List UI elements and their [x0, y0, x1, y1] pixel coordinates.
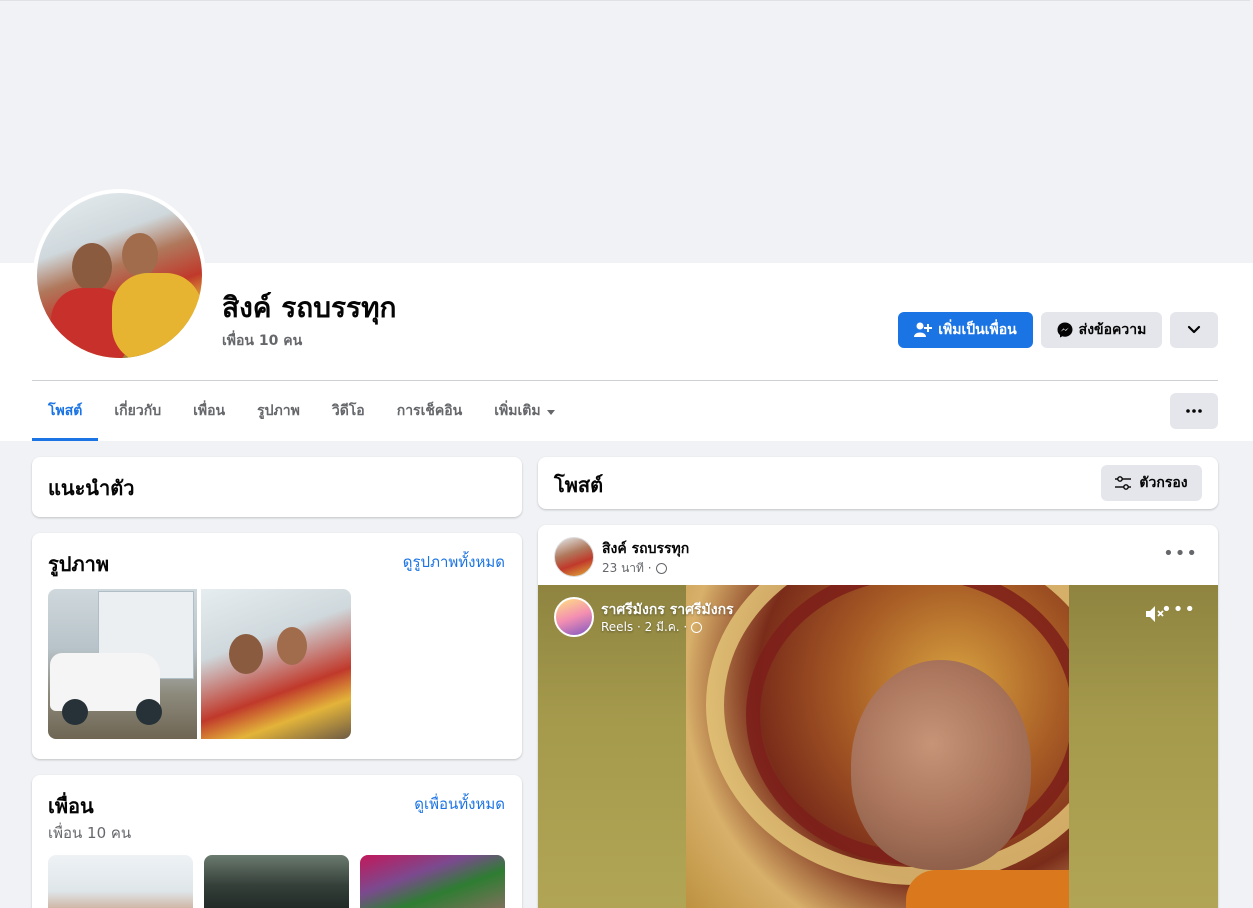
- reel-author-avatar[interactable]: [554, 597, 594, 637]
- friend-thumbnail[interactable]: [48, 855, 193, 908]
- posts-header-card: โพสต์ ตัวกรอง: [538, 457, 1218, 509]
- avatar-body-2: [112, 273, 202, 358]
- shared-reel[interactable]: ราศรีมังกร ราศรีมังกร Reels · 2 มี.ค. · …: [538, 585, 1218, 908]
- globe-icon: [691, 622, 703, 633]
- avatar-face-1: [72, 243, 112, 291]
- chevron-down-icon: [1187, 325, 1201, 334]
- friends-count: เพื่อน 10 คน: [48, 824, 132, 842]
- filter-label: ตัวกรอง: [1139, 475, 1188, 491]
- posts-title: โพสต์: [554, 473, 604, 497]
- more-horizontal-icon: [1186, 409, 1202, 413]
- profile-avatar[interactable]: [33, 189, 206, 362]
- add-friend-button[interactable]: เพิ่มเป็นเพื่อน: [898, 312, 1033, 348]
- tab-friends[interactable]: เพื่อน: [177, 381, 241, 441]
- post-options-icon[interactable]: •••: [1163, 543, 1198, 564]
- post-author-avatar[interactable]: [554, 537, 594, 577]
- reel-meta-text: Reels · 2 มี.ค. ·: [601, 620, 688, 634]
- photo-thumbnail[interactable]: [48, 589, 197, 739]
- avatar-face-2: [122, 233, 158, 277]
- send-message-button[interactable]: ส่งข้อความ: [1041, 312, 1162, 348]
- reel-options-icon[interactable]: •••: [1161, 599, 1196, 620]
- reel-person-head: [851, 660, 1031, 870]
- photo-thumbnail[interactable]: [201, 589, 351, 739]
- photos-title: รูปภาพ: [48, 552, 110, 576]
- profile-tabs: โพสต์ เกี่ยวกับ เพื่อน รูปภาพ วิดีโอ การ…: [32, 381, 571, 441]
- truck-tire: [136, 699, 162, 725]
- tab-label: วิดีโอ: [331, 403, 365, 419]
- add-friend-icon: [914, 322, 933, 337]
- see-all-photos-link[interactable]: ดูรูปภาพทั้งหมด: [403, 550, 505, 574]
- photos-card: รูปภาพ ดูรูปภาพทั้งหมด: [32, 533, 522, 759]
- friends-title: เพื่อน: [48, 794, 94, 818]
- more-options-button[interactable]: [1170, 393, 1218, 429]
- add-friend-label: เพิ่มเป็นเพื่อน: [938, 322, 1017, 338]
- friends-card: เพื่อน ดูเพื่อนทั้งหมด เพื่อน 10 คน: [32, 775, 522, 908]
- filter-button[interactable]: ตัวกรอง: [1101, 465, 1202, 501]
- tab-about[interactable]: เกี่ยวกับ: [98, 381, 177, 441]
- photo-face: [229, 634, 263, 674]
- filter-icon: [1115, 476, 1132, 490]
- reel-person-robe: [906, 870, 1069, 908]
- tab-videos[interactable]: วิดีโอ: [316, 381, 381, 441]
- intro-title: แนะนำตัว: [48, 476, 135, 500]
- tab-label: เกี่ยวกับ: [114, 403, 162, 419]
- tab-checkins[interactable]: การเช็คอิน: [381, 381, 479, 441]
- see-all-friends-link[interactable]: ดูเพื่อนทั้งหมด: [414, 792, 505, 816]
- reel-video-frame: [686, 585, 1069, 908]
- tab-posts[interactable]: โพสต์: [32, 381, 99, 441]
- send-message-label: ส่งข้อความ: [1078, 322, 1147, 338]
- profile-name: สิงค์ รถบรรทุก: [222, 291, 397, 324]
- globe-icon: [655, 563, 667, 574]
- tab-label: โพสต์: [48, 403, 83, 419]
- post-meta: 23 นาที ·: [602, 559, 667, 578]
- profile-friends-count[interactable]: เพื่อน 10 คน: [222, 330, 302, 352]
- photo-face: [277, 627, 307, 665]
- tab-label: รูปภาพ: [257, 403, 300, 419]
- tab-label: เพิ่มเติม: [494, 403, 541, 419]
- post-card: สิงค์ รถบรรทุก 23 นาที · ••• ราศรีมังกร …: [538, 525, 1218, 908]
- post-author-name[interactable]: สิงค์ รถบรรทุก: [602, 538, 689, 560]
- profile-options-button[interactable]: [1170, 312, 1218, 348]
- friend-thumbnail[interactable]: [360, 855, 505, 908]
- tab-label: เพื่อน: [193, 403, 226, 419]
- truck-tire: [62, 699, 88, 725]
- messenger-icon: [1057, 322, 1073, 338]
- tab-photos[interactable]: รูปภาพ: [241, 381, 316, 441]
- intro-card: แนะนำตัว: [32, 457, 522, 517]
- caret-down-icon: [546, 409, 555, 415]
- reel-meta: Reels · 2 มี.ค. ·: [601, 618, 703, 637]
- tab-label: การเช็คอิน: [396, 403, 463, 419]
- post-time[interactable]: 23 นาที ·: [602, 559, 652, 578]
- friend-thumbnail[interactable]: [204, 855, 349, 908]
- tab-more[interactable]: เพิ่มเติม: [478, 381, 570, 441]
